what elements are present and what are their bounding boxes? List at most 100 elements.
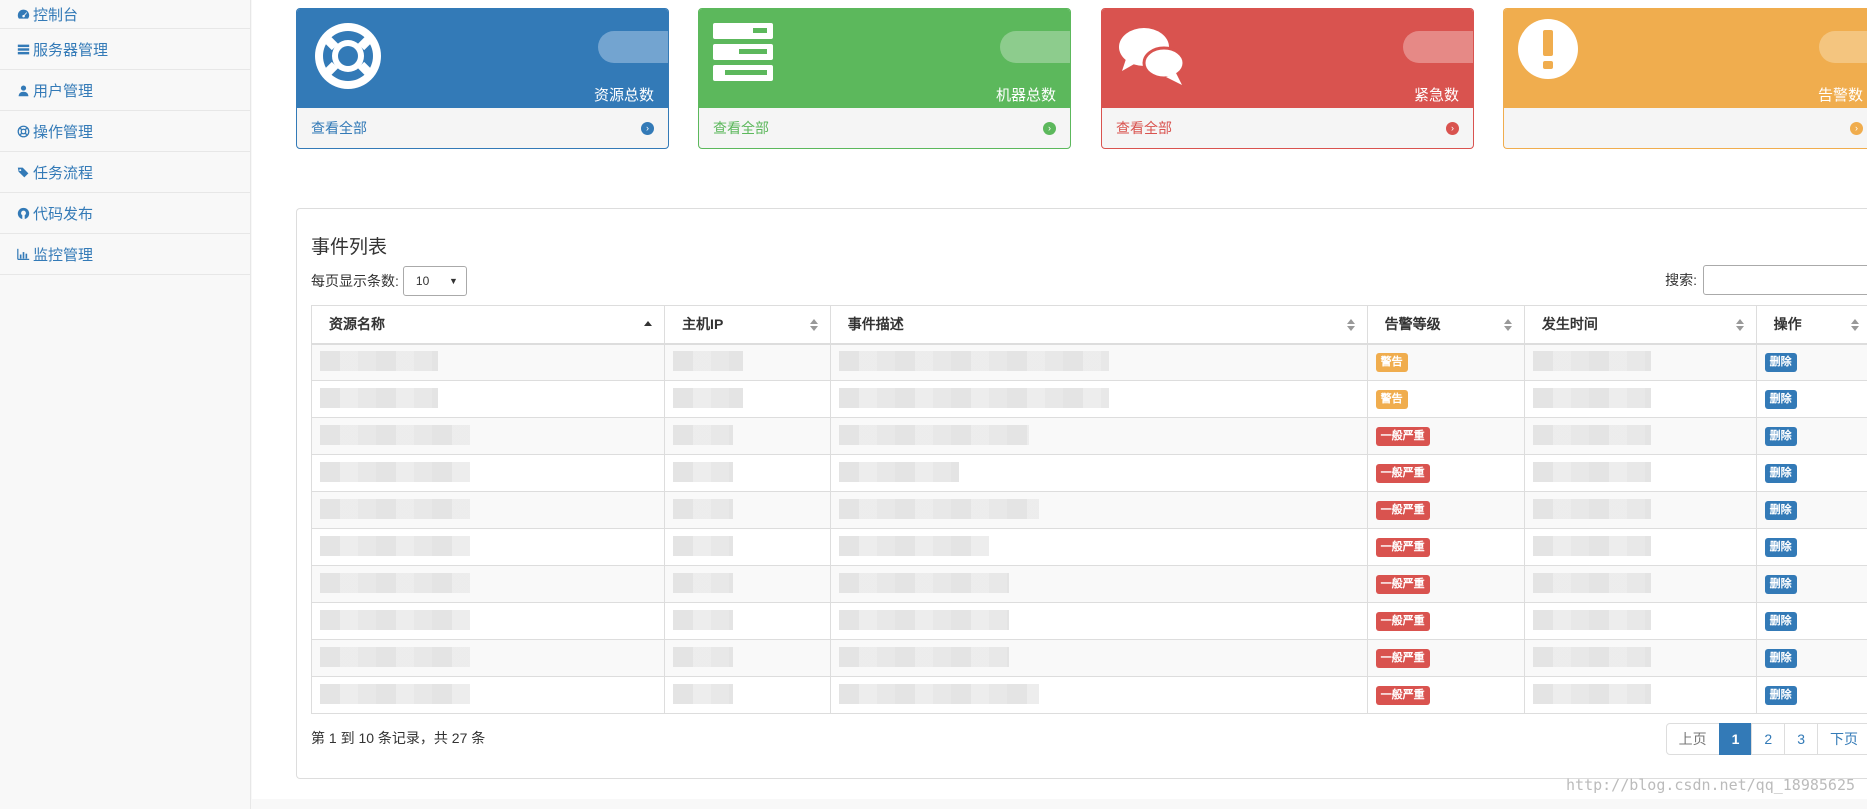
- redacted-text: [320, 424, 470, 445]
- view-all-link[interactable]: 查看全部 ›: [297, 107, 668, 148]
- redacted-text: [1532, 535, 1651, 556]
- arrow-circle-right-icon: ›: [1043, 121, 1056, 135]
- cell-ip: [664, 602, 831, 640]
- table-row[interactable]: 警告 删除: [310, 380, 1867, 418]
- sort-icon: [1503, 319, 1512, 331]
- sidebar-item-label: 监控管理: [33, 246, 94, 264]
- column-label: 告警等级: [1384, 316, 1441, 333]
- sidebar-item-operations[interactable]: 操作管理: [0, 111, 250, 152]
- cell-time: [1523, 528, 1757, 566]
- cell-ip: [664, 491, 831, 529]
- sidebar-item-users[interactable]: 用户管理: [0, 70, 250, 111]
- redacted-text: [673, 461, 734, 482]
- sidebar-item-tasks[interactable]: 任务流程: [0, 152, 250, 193]
- cell-action: 删除: [1755, 343, 1867, 381]
- table-row[interactable]: 一般严重 删除: [310, 565, 1867, 603]
- table-row[interactable]: 警告 删除: [310, 343, 1867, 381]
- table-row[interactable]: 一般严重 删除: [310, 602, 1867, 640]
- server-icon: [16, 42, 30, 56]
- redacted-text: [1532, 424, 1651, 445]
- column-header-ip[interactable]: 主机IP: [664, 305, 831, 345]
- sidebar-item-label: 控制台: [33, 6, 79, 24]
- sidebar-item-servers[interactable]: 服务器管理: [0, 29, 250, 70]
- pagination-next[interactable]: 下页: [1817, 723, 1867, 755]
- level-badge: 警告: [1375, 389, 1408, 410]
- search-input[interactable]: [1703, 265, 1867, 295]
- table-row[interactable]: 一般严重 删除: [310, 417, 1867, 455]
- redacted-text: [673, 350, 744, 371]
- cell-description: [829, 528, 1368, 566]
- view-all-link[interactable]: 查看全部 ›: [699, 107, 1070, 148]
- delete-button[interactable]: 删除: [1764, 611, 1797, 632]
- delete-button[interactable]: 删除: [1764, 574, 1797, 595]
- sidebar-item-label: 用户管理: [33, 82, 94, 100]
- caret-down-icon: ▼: [448, 276, 458, 286]
- delete-button[interactable]: 删除: [1764, 389, 1797, 410]
- table-row[interactable]: 一般严重 删除: [310, 491, 1867, 529]
- redacted-text: [838, 572, 1009, 593]
- delete-button[interactable]: 删除: [1764, 426, 1797, 447]
- pagination-page[interactable]: 1: [1718, 723, 1753, 755]
- redacted-text: [1532, 461, 1651, 482]
- arrow-circle-right-icon: ›: [1446, 121, 1459, 135]
- events-table: 资源名称 主机IP 事件描述 告警等级 发生时间 操作 警告 删除 警告 删除 一般严重…: [310, 305, 1867, 714]
- cell-time: [1523, 380, 1757, 418]
- table-row[interactable]: 一般严重 删除: [310, 528, 1867, 566]
- sidebar-item-monitor[interactable]: 监控管理: [0, 234, 250, 275]
- lifebuoy-icon: [16, 124, 30, 138]
- main-content: 资源总数 查看全部 › 机器总数 查看全部 › 紧急数 查看全部 › 告警数 ›…: [252, 0, 1867, 809]
- cell-resource: [310, 380, 666, 418]
- user-icon: [16, 83, 30, 97]
- delete-button[interactable]: 删除: [1764, 500, 1797, 521]
- page-length-label: 每页显示条数:: [311, 273, 399, 289]
- redacted-text: [673, 572, 734, 593]
- column-header-resource[interactable]: 资源名称: [310, 305, 666, 345]
- redacted-text: [320, 535, 470, 556]
- sidebar-item-dashboard[interactable]: 控制台: [0, 0, 250, 29]
- cell-time: [1523, 454, 1757, 492]
- cell-ip: [664, 676, 831, 714]
- redacted-text: [838, 350, 1109, 371]
- view-all-text: 查看全部: [713, 120, 769, 136]
- cell-resource: [310, 528, 666, 566]
- cell-description: [829, 454, 1368, 492]
- redacted-text: [320, 572, 470, 593]
- column-header-level[interactable]: 告警等级: [1366, 305, 1525, 345]
- table-row[interactable]: 一般严重 删除: [310, 676, 1867, 714]
- cell-resource: [310, 454, 666, 492]
- delete-button[interactable]: 删除: [1764, 463, 1797, 484]
- column-header-description[interactable]: 事件描述: [829, 305, 1368, 345]
- github-icon: [16, 206, 30, 220]
- panel-alerts: 告警数 ›: [1503, 8, 1867, 149]
- cell-action: 删除: [1755, 491, 1867, 529]
- pagination-prev[interactable]: 上页: [1665, 723, 1720, 755]
- table-header-row: 资源名称 主机IP 事件描述 告警等级 发生时间 操作: [310, 305, 1867, 345]
- redacted-text: [1532, 683, 1651, 704]
- panel-label: 紧急数: [1413, 87, 1459, 104]
- pagination-page[interactable]: 3: [1784, 723, 1818, 755]
- view-all-link[interactable]: ›: [1504, 107, 1867, 148]
- cell-time: [1523, 602, 1757, 640]
- pagination-page[interactable]: 2: [1751, 723, 1786, 755]
- view-all-link[interactable]: 查看全部 ›: [1102, 107, 1473, 148]
- sidebar-item-deploy[interactable]: 代码发布: [0, 193, 250, 234]
- pagination: 上页 1 2 3 下页: [1665, 723, 1867, 755]
- cell-level: 一般严重: [1366, 676, 1525, 714]
- table-row[interactable]: 一般严重 删除: [310, 454, 1867, 492]
- delete-button[interactable]: 删除: [1764, 353, 1797, 373]
- delete-button[interactable]: 删除: [1764, 648, 1797, 669]
- count-value: [1819, 31, 1867, 63]
- redacted-text: [838, 535, 989, 556]
- cell-level: 一般严重: [1366, 528, 1525, 566]
- page-length-select[interactable]: 10 ▼: [402, 266, 467, 296]
- app-root: 控制台 服务器管理 用户管理 操作管理 任务流程 代码发布 监控管理 资源总数 …: [0, 0, 1867, 809]
- column-header-time[interactable]: 发生时间: [1523, 305, 1757, 345]
- count-value: [598, 31, 668, 63]
- table-row[interactable]: 一般严重 删除: [310, 639, 1867, 677]
- redacted-text: [838, 498, 1039, 519]
- cell-level: 一般严重: [1366, 602, 1525, 640]
- column-header-action[interactable]: 操作: [1755, 305, 1867, 345]
- delete-button[interactable]: 删除: [1764, 685, 1797, 706]
- delete-button[interactable]: 删除: [1764, 537, 1797, 558]
- redacted-text: [838, 683, 1039, 704]
